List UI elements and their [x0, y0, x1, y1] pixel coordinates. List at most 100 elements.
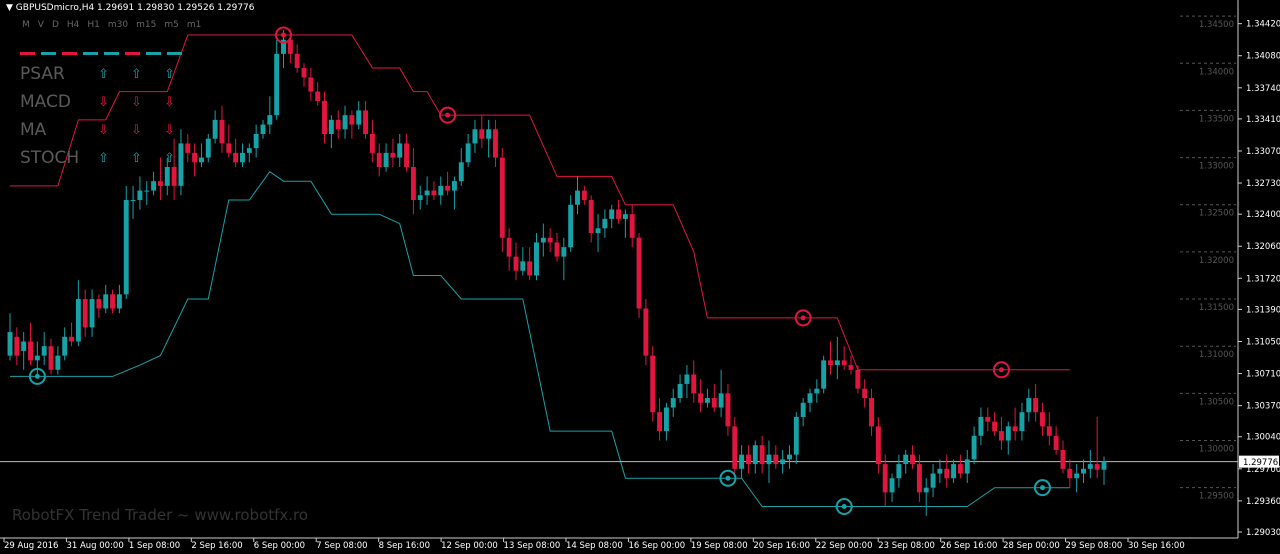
timeframe-m15[interactable]: m15 [136, 20, 156, 30]
timeframe-m5[interactable]: m5 [164, 20, 179, 30]
candle [629, 204, 635, 248]
candle [14, 327, 20, 366]
candle [7, 313, 13, 361]
candle-body [315, 91, 321, 101]
candle-body [1101, 461, 1107, 470]
level-label: 1.31000 [1199, 350, 1234, 360]
watermark: RobotFX Trend Trader ~ www.robotfx.ro [12, 506, 309, 524]
candle-body [41, 346, 47, 356]
signal-dot [1039, 485, 1045, 491]
candle [616, 200, 621, 224]
candle [137, 176, 143, 210]
candle [992, 412, 998, 436]
candle-body [451, 181, 457, 191]
candle-body [691, 374, 697, 394]
candle-body [684, 374, 690, 384]
signal-dot [998, 367, 1004, 373]
candle [903, 449, 909, 474]
candle [458, 148, 464, 186]
candle [397, 134, 403, 168]
candle-body [287, 39, 293, 54]
candle [527, 247, 533, 281]
timeframe-h1[interactable]: H1 [87, 20, 100, 30]
candle [971, 426, 977, 465]
candle-body [875, 426, 881, 465]
candle [486, 119, 492, 158]
y-tick-label: 1.29030 [1246, 528, 1280, 538]
y-tick-label: 1.31390 [1246, 305, 1280, 315]
candle [308, 67, 314, 101]
candle-body [616, 209, 621, 219]
candle [1101, 456, 1107, 485]
candle [424, 176, 430, 205]
candle-body [240, 152, 245, 163]
candle-body [205, 138, 211, 158]
candle-body [1026, 398, 1032, 413]
candle [807, 388, 813, 413]
arrow-down-icon: ⇩ [98, 94, 109, 110]
candle-body [1074, 473, 1080, 479]
level-label: 1.32000 [1199, 256, 1234, 266]
candle [1074, 464, 1080, 493]
candle [1081, 459, 1086, 483]
timeframe-m30[interactable]: m30 [108, 20, 128, 30]
candle [233, 138, 239, 168]
candle-body [198, 157, 204, 163]
candle-body [1094, 464, 1100, 470]
candle [103, 284, 109, 314]
candle [787, 445, 792, 469]
candle-body [527, 261, 533, 276]
candle [752, 440, 758, 474]
candle-body [677, 383, 683, 399]
candle [759, 435, 765, 474]
candle [513, 242, 519, 281]
timeframe-v[interactable]: V [38, 20, 44, 30]
candle-body [21, 341, 27, 351]
y-tick-label: 1.31720 [1246, 274, 1280, 284]
timeframe-h4[interactable]: H4 [67, 20, 80, 30]
candle [657, 398, 663, 441]
candle [937, 459, 943, 483]
candle-body [294, 53, 300, 68]
candle-body [718, 393, 724, 408]
candle-body [383, 152, 389, 168]
x-tick-label: 13 Sep 08:00 [504, 541, 561, 551]
timeframe-m1[interactable]: m1 [187, 20, 202, 30]
candle-body [547, 237, 553, 243]
candle [349, 110, 355, 139]
candle [951, 459, 957, 483]
candle [356, 100, 362, 130]
candle [451, 176, 457, 210]
candle-body [390, 152, 396, 158]
candle [151, 171, 157, 196]
candle [793, 412, 799, 465]
candle [985, 407, 991, 432]
candle-body [499, 157, 505, 238]
candle-body [48, 346, 54, 370]
arrow-down-icon: ⇩ [131, 122, 142, 138]
candle-body [773, 454, 779, 465]
timeframe-m[interactable]: M [22, 20, 30, 30]
candle-body [438, 185, 444, 196]
candle-body [636, 237, 642, 309]
candle [48, 338, 54, 375]
timeframe-d[interactable]: D [52, 20, 59, 30]
indicator-name: PSAR [20, 64, 65, 84]
x-tick-label: 8 Sep 16:00 [379, 541, 430, 551]
candle-body [1005, 426, 1011, 441]
strength-segment [20, 52, 35, 55]
indicator-row-ma: MA ⇩ ⇩ ⇩ [20, 116, 197, 144]
candle [342, 105, 348, 139]
dropdown-arrow-icon[interactable]: ▼ [6, 3, 13, 13]
candle-body [328, 119, 334, 135]
indicator-name: STOCH [20, 148, 80, 168]
signal-dot [34, 373, 40, 379]
x-tick-label: 23 Sep 08:00 [878, 541, 935, 551]
candle-body [369, 134, 375, 153]
strength-segment [62, 52, 77, 55]
candle-body [704, 398, 710, 403]
y-tick-label: 1.30370 [1246, 402, 1280, 412]
candle [246, 143, 252, 163]
candle [205, 134, 211, 163]
arrow-down-icon: ⇩ [131, 94, 142, 110]
